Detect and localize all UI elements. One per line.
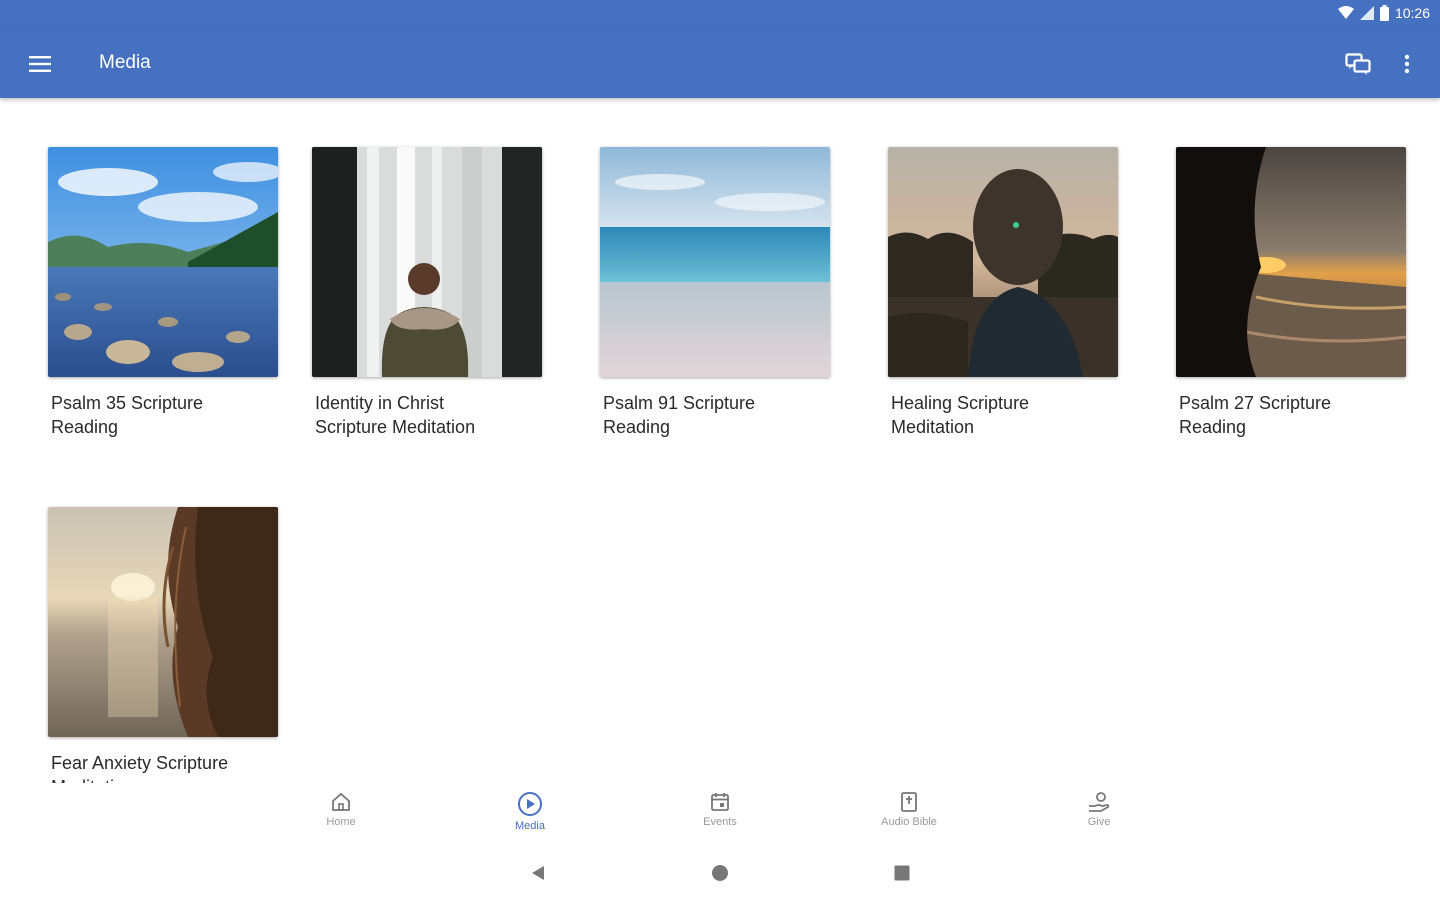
status-icons: 10:26 (1337, 5, 1430, 21)
nav-item-media[interactable]: Media (470, 791, 590, 841)
more-vertical-icon (1404, 54, 1410, 74)
overflow-menu-button[interactable] (1390, 44, 1424, 84)
media-card[interactable]: Identity in Christ Scripture Meditation (312, 147, 542, 439)
nav-label-give: Give (1087, 816, 1111, 828)
system-navigation-bar (0, 843, 1440, 900)
nav-item-home[interactable]: Home (281, 791, 401, 841)
battery-icon (1379, 5, 1389, 21)
page-title: Media (99, 52, 151, 73)
chat-bubbles-icon (1345, 53, 1371, 75)
media-thumbnail-ocean (600, 147, 830, 377)
system-recents-button[interactable] (890, 861, 914, 885)
status-time: 10:26 (1394, 5, 1430, 21)
system-home-button[interactable] (708, 861, 732, 885)
nav-label-home: Home (326, 816, 356, 828)
status-bar: 10:26 (0, 0, 1440, 30)
media-card-title: Healing Scripture Meditation (891, 393, 1030, 437)
media-grid: Psalm 35 Scripture Reading Identity in C… (0, 98, 1440, 783)
media-card-title: Psalm 27 Scripture Reading (1179, 393, 1332, 437)
app-bar: Media (0, 30, 1440, 98)
media-card-title: Identity in Christ Scripture Meditation (315, 393, 476, 437)
give-hand-icon (1089, 792, 1110, 812)
system-back-button[interactable] (526, 861, 550, 885)
media-thumbnail-person-sunset (888, 147, 1118, 377)
cellular-signal-icon (1359, 6, 1374, 20)
nav-label-events: Events (703, 816, 737, 828)
media-card-title: Fear Anxiety Scripture Meditation (51, 753, 229, 783)
media-thumbnail-waterfall (312, 147, 542, 377)
back-triangle-icon (532, 866, 544, 880)
recents-square-icon (894, 865, 910, 881)
nav-item-give[interactable]: Give (1039, 791, 1159, 841)
nav-item-events[interactable]: Events (660, 791, 780, 841)
nav-label-audio-bible: Audio Bible (881, 816, 937, 828)
media-card[interactable]: Psalm 91 Scripture Reading (600, 147, 830, 439)
home-circle-icon (712, 865, 728, 881)
nav-label-media: Media (515, 820, 545, 832)
media-card-title: Psalm 91 Scripture Reading (603, 393, 756, 437)
media-card[interactable]: Psalm 27 Scripture Reading (1176, 147, 1406, 439)
bottom-navigation: Home Media Events Audio Bible Give (0, 783, 1440, 843)
media-card[interactable]: Healing Scripture Meditation (888, 147, 1118, 439)
media-card[interactable]: Psalm 35 Scripture Reading (48, 147, 278, 439)
media-card-title: Psalm 35 Scripture Reading (51, 393, 204, 437)
bible-icon (901, 792, 917, 812)
media-thumbnail-beach-sunset (1176, 147, 1406, 377)
chat-button[interactable] (1338, 44, 1378, 84)
menu-button[interactable] (20, 44, 60, 84)
calendar-icon (711, 793, 729, 811)
play-circle-icon (518, 792, 542, 816)
hamburger-menu-icon (29, 56, 51, 72)
wifi-icon (1337, 6, 1354, 19)
media-card[interactable]: Fear Anxiety Scripture Meditation (48, 507, 278, 783)
media-thumbnail-lake (48, 147, 278, 377)
home-icon (332, 792, 350, 811)
media-thumbnail-hair-sunset (48, 507, 278, 737)
nav-item-audio-bible[interactable]: Audio Bible (849, 791, 969, 841)
